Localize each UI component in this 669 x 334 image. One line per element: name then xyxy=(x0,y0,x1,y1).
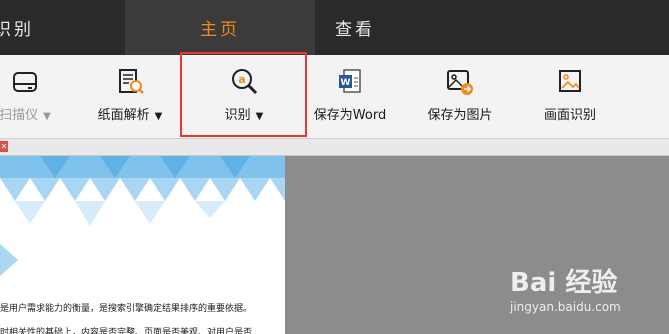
tab-view-label: 查看 xyxy=(335,20,375,40)
chevron-down-icon: ▼ xyxy=(43,111,51,122)
highlight-box xyxy=(180,52,307,137)
chevron-down-icon: ▼ xyxy=(154,111,163,122)
screen-recognize-button[interactable]: 画面识别 xyxy=(530,55,610,138)
save-as-word-button[interactable]: W 保存为Word xyxy=(310,55,390,138)
document-search-icon xyxy=(119,69,144,94)
tab-home-label: 主页 xyxy=(200,20,240,40)
screen-recognize-label: 画面识别 xyxy=(543,108,596,123)
tab-view[interactable]: 查看 xyxy=(300,0,410,55)
save-as-image-label: 保存为图片 xyxy=(427,108,493,123)
scanner-icon xyxy=(13,72,37,92)
tab-bar: 识别 主页 查看 xyxy=(0,0,669,55)
ribbon-toolbar: 扫描仪 ▼ 纸面解析 ▼ a 识别 ▼ W 保存为Word 保存为图片 画面识别 xyxy=(0,55,669,139)
document-text-line: 是用户需求能力的衡量，是搜索引擎确定结果排序的重要依据。 xyxy=(0,304,253,314)
document-text-line: 时相关性的基础上，内容是否完整、页面是否美观、对用户是否 xyxy=(0,328,253,334)
screen-capture-icon xyxy=(559,70,581,92)
svg-text:W: W xyxy=(341,78,351,88)
document-page: 是用户需求能力的衡量，是搜索引擎确定结果排序的重要依据。 时相关性的基础上，内容… xyxy=(0,156,285,334)
document-tab-strip: ✕ xyxy=(0,139,669,156)
image-export-icon xyxy=(447,70,473,95)
page-banner-graphic xyxy=(0,156,285,276)
scanner-button[interactable]: 扫描仪 ▼ xyxy=(0,55,60,138)
tab-recognize[interactable]: 识别 xyxy=(0,0,44,55)
save-as-word-label: 保存为Word xyxy=(313,108,387,123)
watermark-url: jingyan.baidu.com xyxy=(510,300,621,314)
close-icon[interactable]: ✕ xyxy=(0,141,8,152)
paper-parse-button[interactable]: 纸面解析 ▼ xyxy=(90,55,170,138)
word-icon: W xyxy=(339,69,361,93)
watermark-logo: Bai 经验 xyxy=(510,268,618,298)
tab-home[interactable]: 主页 xyxy=(125,0,315,55)
scanner-label: 扫描仪 xyxy=(0,108,39,123)
watermark: Bai 经验 jingyan.baidu.com xyxy=(510,262,660,322)
tab-recognize-label: 识别 xyxy=(0,20,34,40)
save-as-image-button[interactable]: 保存为图片 xyxy=(420,55,500,138)
paper-parse-label: 纸面解析 xyxy=(97,108,150,123)
